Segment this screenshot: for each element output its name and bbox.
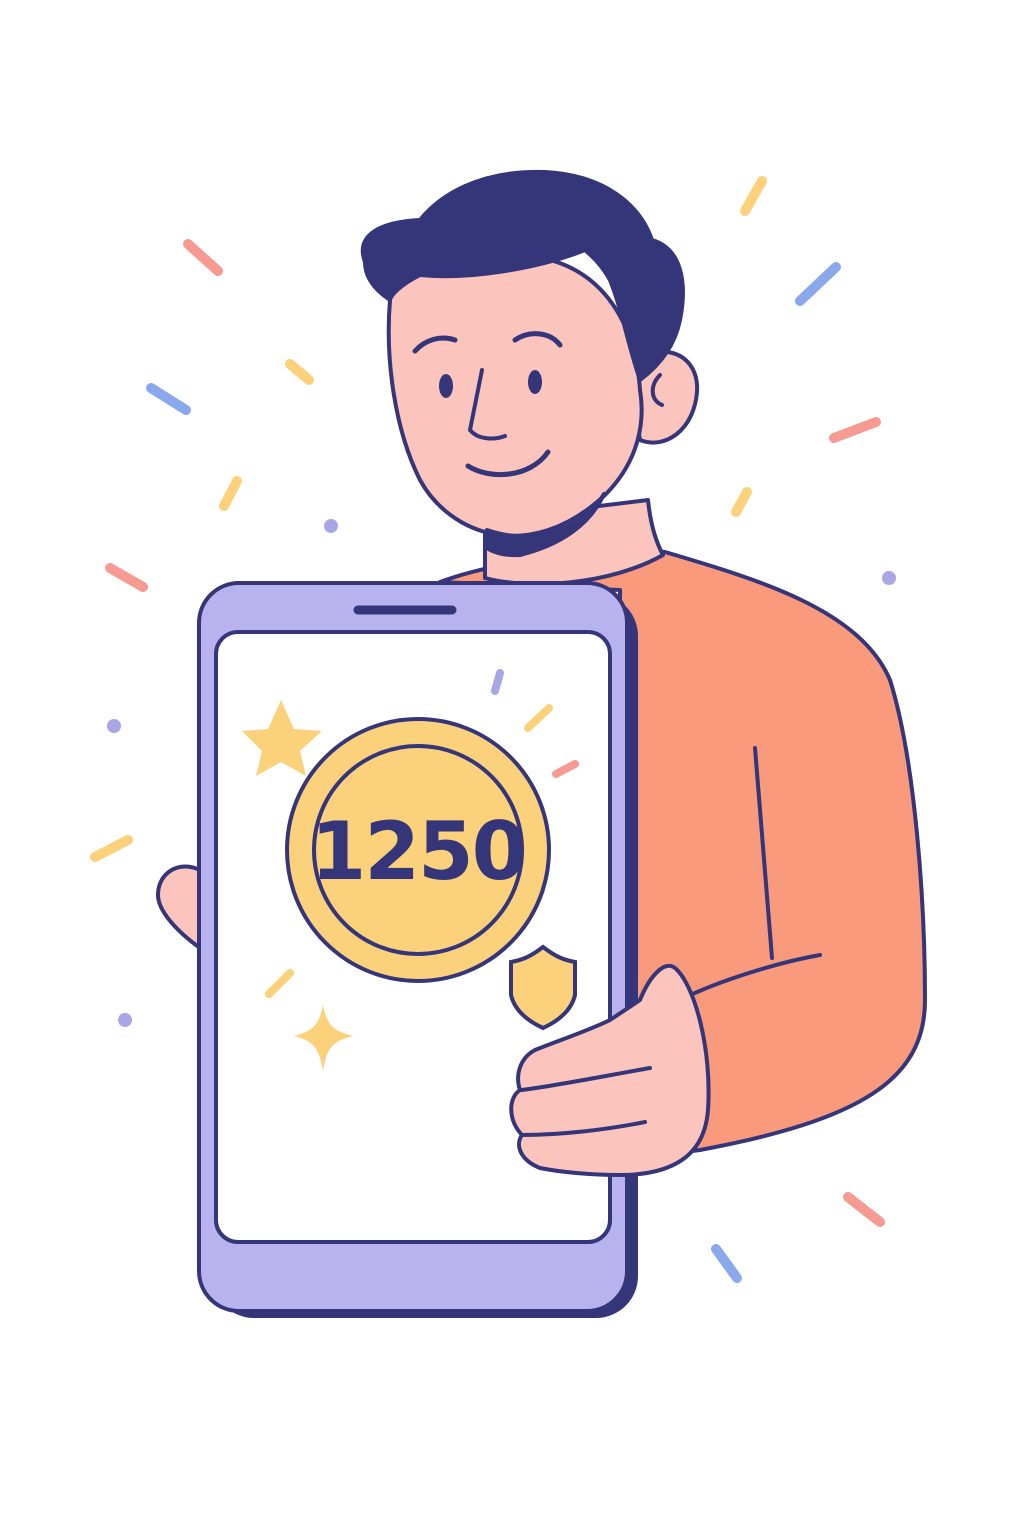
illustration: 1250 (90, 169, 927, 1318)
confetti-piece (146, 383, 191, 415)
confetti-piece (711, 1244, 742, 1283)
confetti-dot (882, 571, 896, 585)
confetti-piece (105, 563, 148, 592)
coin-value: 1250 (311, 805, 526, 898)
confetti-dot (118, 1013, 132, 1027)
confetti-piece (219, 476, 242, 511)
confetti-piece (491, 669, 504, 695)
confetti-piece (90, 835, 133, 862)
eye-right (528, 370, 542, 394)
confetti-piece (731, 487, 752, 517)
confetti-piece (183, 239, 223, 276)
confetti-piece (285, 359, 314, 385)
left-hand (156, 864, 202, 950)
confetti-dot (107, 719, 121, 733)
confetti-piece (795, 262, 841, 306)
eye-left (439, 374, 453, 398)
confetti-piece (740, 176, 767, 216)
confetti-dot (324, 519, 338, 533)
confetti-piece (829, 417, 881, 443)
confetti-piece (843, 1192, 885, 1227)
coin-icon: 1250 (285, 717, 551, 983)
